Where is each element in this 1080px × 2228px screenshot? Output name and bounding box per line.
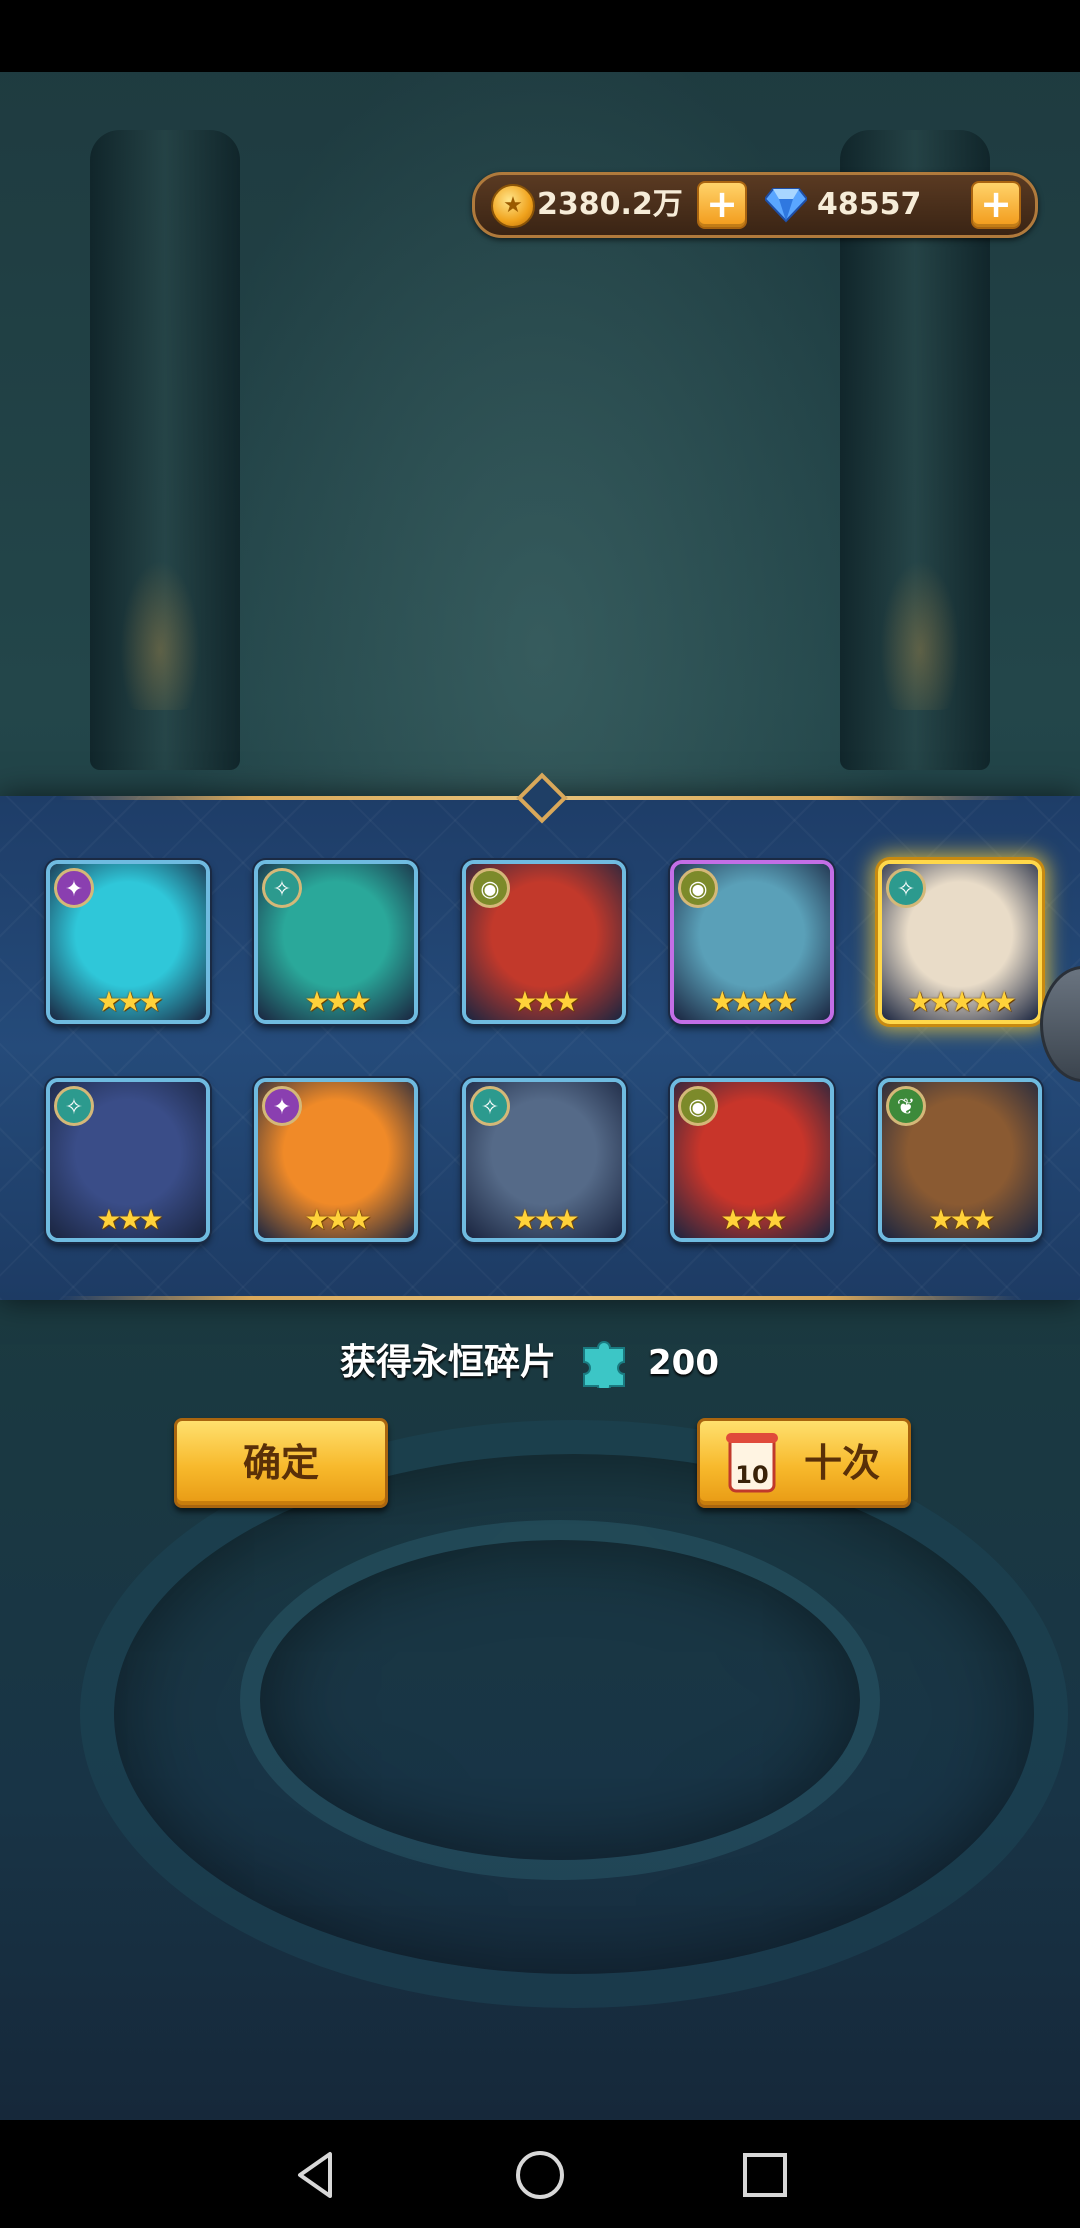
status-bar	[0, 0, 1080, 72]
star-rating: ★★★	[512, 985, 579, 1018]
shard-result-label: 获得永恒碎片	[340, 1342, 557, 1383]
recents-icon[interactable]	[738, 2148, 792, 2202]
currency-bar: ★ 2380.2万 + 48557 +	[472, 172, 1038, 238]
star-rating: ★★★★★	[907, 985, 1017, 1018]
faction-icon: ✧	[54, 1086, 94, 1126]
star-rating: ★★★	[720, 1203, 787, 1236]
back-icon[interactable]	[290, 2148, 344, 2202]
gold-amount: 2380.2万	[537, 187, 683, 222]
faction-icon: ✧	[262, 868, 302, 908]
eternal-shard-icon	[583, 1341, 625, 1388]
summon-scroll-icon: 10	[726, 1433, 778, 1493]
ten-pull-label: 十次	[804, 1441, 881, 1485]
star-rating: ★★★	[512, 1203, 579, 1236]
faction-icon: ✦	[262, 1086, 302, 1126]
panel-ornament-icon	[516, 772, 568, 824]
star-rating: ★★★	[928, 1203, 995, 1236]
game-screen: ★ 2380.2万 + 48557 + ✦ ★★★ ✧ ★★★ ◉ ★★★ ◉ ★★★★ ✧ ★★…	[0, 0, 1080, 2228]
hero-card[interactable]: ✦ ★★★	[254, 1078, 418, 1242]
faction-icon: ❦	[886, 1086, 926, 1126]
hero-card[interactable]: ✧ ★★★	[254, 860, 418, 1024]
confirm-button-label: 确定	[242, 1441, 319, 1485]
faction-icon: ◉	[678, 868, 718, 908]
home-icon[interactable]	[513, 2148, 567, 2202]
shard-result-amount: 200	[648, 1343, 719, 1383]
faction-icon: ✧	[470, 1086, 510, 1126]
faction-icon: ✧	[886, 868, 926, 908]
ten-badge-text: 10	[735, 1461, 768, 1489]
confirm-button[interactable]: 确定	[174, 1418, 388, 1508]
star-rating: ★★★	[96, 1203, 163, 1236]
floor-ring-inner	[240, 1520, 880, 1880]
hero-card[interactable]: ✧ ★★★	[46, 1078, 210, 1242]
diamond-icon	[765, 188, 807, 223]
reward-panel: ✦ ★★★ ✧ ★★★ ◉ ★★★ ◉ ★★★★ ✧ ★★★★★ ✧ ★★★ ✦ ★★★ ✧ ★★★ ◉ ★★★ ❦…	[0, 772, 1080, 1300]
hero-card[interactable]: ✦ ★★★	[46, 860, 210, 1024]
faction-icon: ◉	[678, 1086, 718, 1126]
system-nav-bar	[0, 2120, 1080, 2228]
faction-icon: ◉	[470, 868, 510, 908]
torch-glow-left	[120, 560, 200, 710]
torch-glow-right	[880, 560, 960, 710]
star-rating: ★★★	[304, 1203, 371, 1236]
star-rating: ★★★★	[709, 985, 798, 1018]
hero-card[interactable]: ◉ ★★★	[462, 860, 626, 1024]
faction-icon: ✦	[54, 868, 94, 908]
star-rating: ★★★	[304, 985, 371, 1018]
star-rating: ★★★	[96, 985, 163, 1018]
add-diamond-button[interactable]: +	[971, 181, 1021, 229]
hero-card[interactable]: ✧ ★★★	[462, 1078, 626, 1242]
hero-card[interactable]: ❦ ★★★	[878, 1078, 1042, 1242]
hero-card[interactable]: ◉ ★★★★	[670, 860, 834, 1024]
panel-bottom-border	[60, 1296, 1020, 1300]
ten-pull-button[interactable]: 10 十次	[697, 1418, 911, 1508]
gold-coin-icon: ★	[491, 184, 535, 228]
add-gold-button[interactable]: +	[697, 181, 747, 229]
hero-card[interactable]: ✧ ★★★★★	[878, 860, 1042, 1024]
hero-card[interactable]: ◉ ★★★	[670, 1078, 834, 1242]
diamond-amount: 48557	[817, 187, 922, 222]
